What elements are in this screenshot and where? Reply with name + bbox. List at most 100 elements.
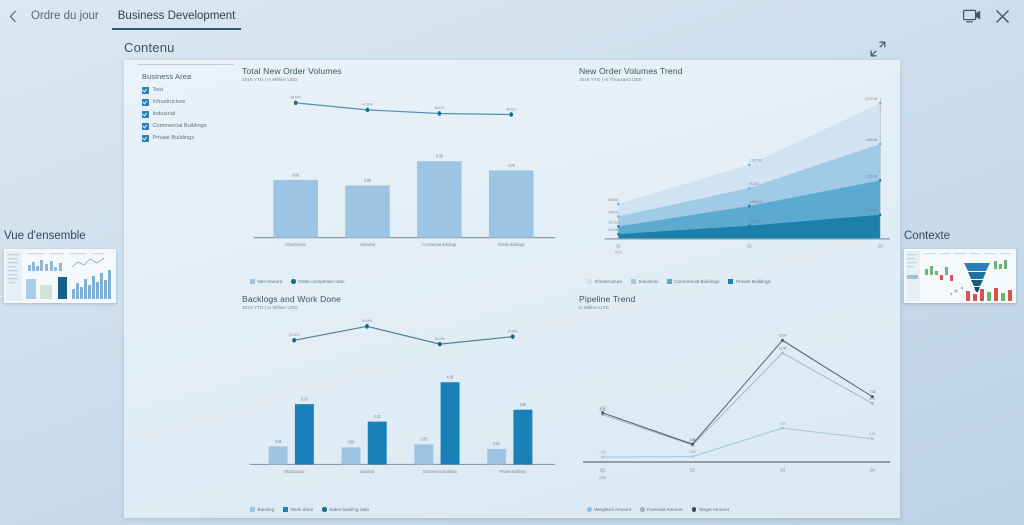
svg-text:7.48: 7.48	[869, 390, 875, 394]
legend-swatch-icon	[250, 279, 255, 284]
filter-item-label: Industrial	[152, 111, 176, 118]
legend-item-industrial[interactable]: Industrial	[631, 279, 658, 284]
svg-text:26.44%: 26.44%	[362, 319, 372, 323]
chart-total-new-order-volumes[interactable]: Total New Order Volumes 2016 YTD | in Mi…	[242, 66, 557, 284]
legend-dot-icon	[322, 507, 327, 512]
chart-subtitle: 2016 YTD | in Million USD	[242, 78, 298, 83]
svg-text:12.49: 12.49	[779, 346, 787, 350]
svg-text:Infrastructure: Infrastructure	[284, 469, 306, 474]
legend-label: Backlog	[257, 507, 275, 512]
checkbox-checked-icon[interactable]	[142, 135, 149, 142]
legend-item-infrastructure[interactable]: Infrastructure	[587, 279, 622, 284]
svg-text:391.12: 391.12	[609, 220, 619, 224]
filter-item-label: Tout	[152, 87, 164, 94]
svg-text:670.62: 670.62	[749, 219, 759, 223]
chart-title: New Order Volumes Trend	[579, 66, 683, 76]
svg-text:2016: 2016	[599, 476, 606, 480]
checkbox-checked-icon[interactable]	[142, 111, 149, 118]
legend-swatch-icon	[666, 279, 672, 284]
thumbnail-preview	[4, 249, 116, 303]
page-title: Contenu	[124, 40, 175, 55]
chart-subtitle: 2016 YTD | in Million USD	[242, 306, 298, 311]
svg-text:Commercial Buildings: Commercial Buildings	[423, 469, 457, 474]
svg-text:5.63: 5.63	[600, 406, 606, 410]
svg-text:5.40: 5.40	[436, 153, 444, 158]
legend-swatch-icon	[250, 507, 255, 512]
legend-dot-icon	[587, 507, 592, 512]
close-icon[interactable]	[995, 9, 1010, 24]
filter-item-label: Infrastructure	[152, 99, 186, 106]
legend-label: Net Amount	[257, 279, 283, 284]
legend-item-weighted-amount[interactable]: Weighted Amount	[587, 507, 631, 512]
checkbox-checked-icon[interactable]	[142, 123, 149, 130]
screen-share-icon[interactable]	[963, 9, 981, 23]
svg-text:0.63: 0.63	[690, 450, 696, 454]
svg-text:639.55: 639.55	[609, 198, 619, 202]
legend-item-sales-backlog-ratio[interactable]: Sales backlog ratio	[322, 507, 369, 512]
expand-icon[interactable]	[870, 41, 886, 57]
legend-label: Infrastructure	[594, 279, 623, 284]
legend-label: Forecast Amount	[647, 507, 683, 512]
chart-title: Total New Order Volumes	[242, 66, 342, 76]
thumbnail-vue-d-ensemble[interactable]	[4, 249, 116, 303]
filter-item-label: Commercial Buildings	[152, 123, 207, 130]
chevron-left-icon[interactable]	[4, 0, 22, 32]
chevron-left-glyph	[9, 10, 16, 22]
svg-text:Private Buildings: Private Buildings	[498, 242, 524, 247]
tab-business-development[interactable]: Business Development	[108, 0, 246, 32]
legend-item-work-done[interactable]: Work done	[283, 507, 313, 512]
svg-text:4.75: 4.75	[508, 162, 516, 167]
legend-dot-icon	[291, 279, 296, 284]
thumbnail-preview	[904, 249, 1016, 303]
legend-dot-icon	[691, 507, 697, 512]
filter-item-commercial-buildings[interactable]: Commercial Buildings	[142, 123, 230, 130]
svg-text:914.51: 914.51	[749, 182, 759, 186]
chart-new-order-volumes-trend[interactable]: New Order Volumes Trend 2016 YTD | in Th…	[579, 66, 894, 284]
legend-label: Industrial	[638, 279, 658, 284]
filter-item-industrial[interactable]: Industrial	[142, 111, 230, 118]
svg-text:2,072.99: 2,072.99	[865, 97, 877, 101]
svg-text:4.08: 4.08	[292, 172, 300, 177]
svg-text:Q3: Q3	[878, 243, 883, 248]
svg-text:23.24%: 23.24%	[508, 329, 518, 333]
legend-item-backlog[interactable]: Backlog	[250, 507, 274, 512]
chart-title: Pipeline Trend	[579, 294, 636, 304]
svg-text:508.03: 508.03	[609, 210, 619, 214]
legend-item-forecast-amount[interactable]: Forecast Amount	[640, 507, 683, 512]
svg-text:46.62%: 46.62%	[434, 106, 444, 110]
svg-text:2.65: 2.65	[869, 432, 875, 436]
filter-item-private-buildings[interactable]: Private Buildings	[142, 135, 230, 142]
svg-text:1,187.59: 1,187.59	[749, 158, 761, 162]
svg-text:Q1: Q1	[616, 243, 621, 248]
legend-label: Commercial Buildings	[674, 279, 720, 284]
checkbox-checked-icon[interactable]	[142, 99, 149, 106]
chart-legend: Weighted Amount Forecast Amount Target A…	[587, 507, 729, 512]
svg-text:3.14: 3.14	[301, 397, 308, 401]
legend-item-net-amount[interactable]: Net Amount	[250, 279, 282, 284]
chart-grid: Total New Order Volumes 2016 YTD | in Mi…	[242, 66, 894, 512]
legend-item-target-amount[interactable]: Target Amount	[691, 507, 729, 512]
legend-item-private-buildings[interactable]: Private Buildings	[728, 279, 771, 284]
svg-text:Q1: Q1	[600, 467, 606, 472]
chart-backlogs-and-work-done[interactable]: Backlogs and Work Done 2016 YTD | in Mil…	[242, 294, 557, 512]
legend-label: Work done	[290, 507, 314, 512]
legend-label: Weighted Amount	[594, 507, 632, 512]
breadcrumb[interactable]: Ordre du jour	[22, 0, 108, 32]
svg-text:22.12%: 22.12%	[289, 333, 299, 337]
checkbox-checked-icon[interactable]	[142, 87, 149, 94]
thumbnail-contexte[interactable]	[904, 249, 1016, 303]
chart-subtitle: in Million USD	[579, 306, 610, 311]
legend-label: Order completion ratio	[298, 279, 345, 284]
legend-item-commercial-buildings[interactable]: Commercial Buildings	[666, 279, 720, 284]
svg-text:Infrastructure: Infrastructure	[285, 242, 307, 247]
chart-title: Backlogs and Work Done	[242, 294, 342, 304]
svg-text:Q2: Q2	[690, 467, 696, 472]
svg-text:Q4: Q4	[870, 467, 876, 472]
chart-plot-area: 4.08 Infrastructure 3.69 Industrial 5.40 Comm…	[242, 86, 557, 268]
chart-pipeline-trend[interactable]: Pipeline Trend in Million USD 0.56 0.63 3.…	[579, 294, 894, 512]
svg-text:1,229.98: 1,229.98	[865, 208, 877, 212]
filter-item-infrastructure[interactable]: Infrastructure	[142, 99, 230, 106]
filter-item-tout[interactable]: Tout	[142, 87, 230, 94]
legend-item-order-completion-ratio[interactable]: Order completion ratio	[291, 279, 344, 284]
chart-legend: Net Amount Order completion ratio	[250, 279, 344, 284]
